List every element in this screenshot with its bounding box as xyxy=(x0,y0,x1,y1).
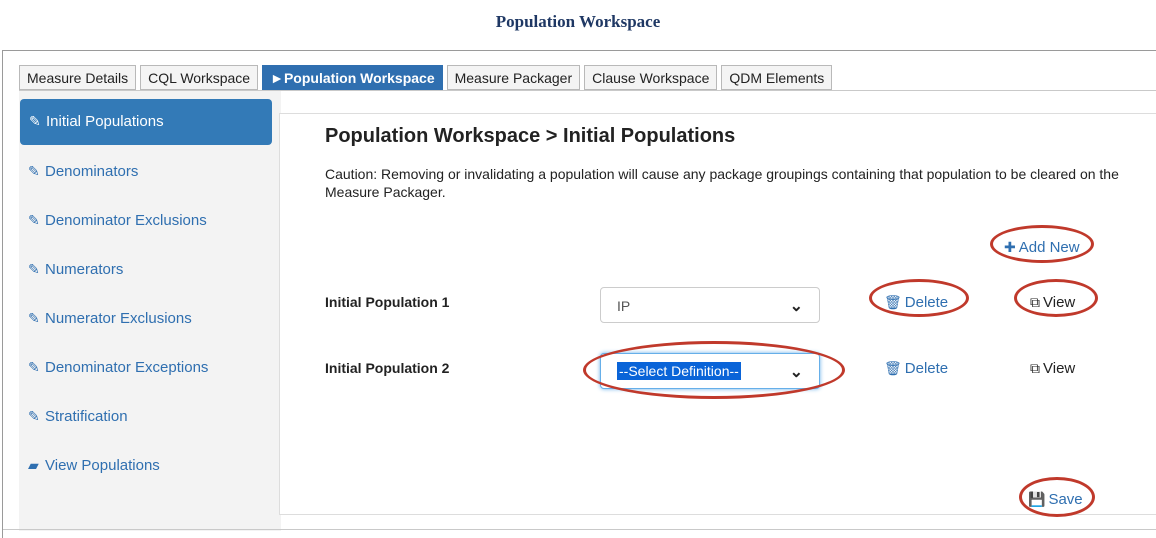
tab-cql-workspace[interactable]: CQL Workspace xyxy=(140,65,259,90)
sidebar-item-label: Denominators xyxy=(45,163,139,180)
page-title: Population Workspace xyxy=(495,12,661,31)
book-icon: ▰ xyxy=(28,457,39,473)
select-value: IP xyxy=(617,298,631,314)
pencil-icon: ✎ xyxy=(28,408,40,424)
delete-label: Delete xyxy=(904,360,949,377)
caution-text: Caution: Removing or invalidating a popu… xyxy=(325,166,1119,200)
annotation-ellipse xyxy=(583,341,845,399)
annotation-ellipse xyxy=(869,279,969,317)
sidebar-item-numerators[interactable]: ✎ Numerators xyxy=(19,246,281,295)
sidebar-item-initial-populations[interactable]: ✎ Initial Populations xyxy=(20,99,272,145)
sidebar-item-denominator-exclusions[interactable]: ✎ Denominator Exclusions xyxy=(19,197,281,246)
pencil-icon: ✎ xyxy=(28,163,40,179)
delete-button[interactable]: 🗑 Delete xyxy=(884,360,948,377)
sidebar-item-denominators[interactable]: ✎ Denominators xyxy=(19,148,281,197)
tab-measure-packager[interactable]: Measure Packager xyxy=(446,65,581,90)
sidebar-item-label: Numerators xyxy=(45,261,124,278)
tab-population-workspace[interactable]: ►Population Workspace xyxy=(262,65,443,90)
bottom-divider xyxy=(3,529,1156,530)
binoculars-icon: ⧉ xyxy=(1030,360,1040,376)
annotation-ellipse xyxy=(1014,279,1098,317)
main-panel: Population Workspace > Initial Populatio… xyxy=(279,113,1156,517)
sidebar-item-numerator-exclusions[interactable]: ✎ Numerator Exclusions xyxy=(19,295,281,344)
pencil-icon: ✎ xyxy=(29,113,41,129)
sidebar-item-label: Numerator Exclusions xyxy=(45,310,192,327)
tab-measure-details[interactable]: Measure Details xyxy=(19,65,137,90)
chevron-down-icon: ⌄ xyxy=(789,298,803,315)
population-1-select[interactable]: IP ⌄ xyxy=(600,287,820,323)
tab-bar: Measure Details CQL Workspace ►Populatio… xyxy=(19,65,836,91)
sidebar-item-view-populations[interactable]: ▰ View Populations xyxy=(19,442,281,491)
section-heading: Population Workspace > Initial Populatio… xyxy=(325,125,736,147)
annotation-ellipse xyxy=(1019,477,1095,517)
tab-qdm-elements[interactable]: QDM Elements xyxy=(721,65,833,90)
tab-clause-workspace[interactable]: Clause Workspace xyxy=(584,65,718,90)
population-1-label: Initial Population 1 xyxy=(325,294,450,310)
annotation-ellipse xyxy=(990,225,1094,263)
sidebar: ✎ Initial Populations ✎ Denominators ✎ Deno… xyxy=(19,91,281,531)
sidebar-item-label: Stratification xyxy=(45,408,128,425)
sidebar-item-label: Initial Populations xyxy=(46,113,164,130)
sidebar-item-label: View Populations xyxy=(45,457,160,474)
view-button[interactable]: ⧉ View xyxy=(1030,360,1075,377)
sidebar-item-stratification[interactable]: ✎ Stratification xyxy=(19,393,281,442)
app-frame: Measure Details CQL Workspace ►Populatio… xyxy=(2,50,1156,538)
pencil-icon: ✎ xyxy=(28,359,40,375)
sidebar-item-denominator-exceptions[interactable]: ✎ Denominator Exceptions xyxy=(19,344,281,393)
trash-icon: 🗑 xyxy=(884,360,902,376)
population-2-label: Initial Population 2 xyxy=(325,360,450,376)
sidebar-item-label: Denominator Exclusions xyxy=(45,212,207,229)
pencil-icon: ✎ xyxy=(28,261,40,277)
sidebar-item-label: Denominator Exceptions xyxy=(45,359,209,376)
pencil-icon: ✎ xyxy=(28,212,40,228)
view-label: View xyxy=(1043,360,1076,377)
pencil-icon: ✎ xyxy=(28,310,40,326)
